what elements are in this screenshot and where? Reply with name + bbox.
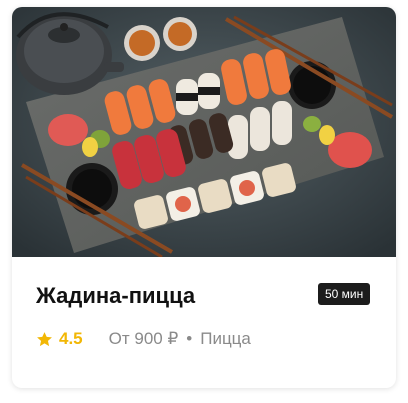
- restaurant-name[interactable]: Жадина-пицца: [36, 283, 195, 309]
- rating-value: 4.5: [59, 329, 83, 348]
- restaurant-card[interactable]: Жадина-пицца 50 мин 4.5 От 900 ₽ • Пицца: [12, 7, 396, 388]
- delivery-time-badge: 50 мин: [318, 283, 371, 305]
- restaurant-info: Жадина-пицца 50 мин 4.5 От 900 ₽ • Пицца: [12, 257, 396, 388]
- category-label: Пицца: [200, 329, 251, 348]
- star-icon: [37, 331, 52, 346]
- price-label: От 900 ₽: [108, 329, 179, 348]
- restaurant-meta: 4.5 От 900 ₽ • Пицца: [36, 329, 251, 349]
- restaurant-photo[interactable]: [12, 7, 396, 257]
- meta-separator: •: [186, 329, 193, 348]
